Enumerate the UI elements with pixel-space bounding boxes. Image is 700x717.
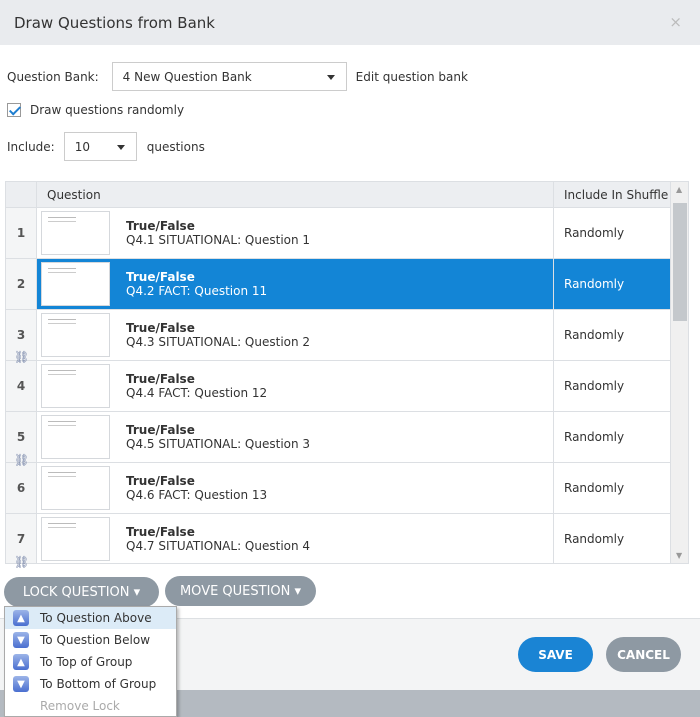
header-number bbox=[6, 182, 37, 207]
draw-randomly-checkbox[interactable]: Draw questions randomly bbox=[7, 103, 184, 117]
menu-item-label: Remove Lock bbox=[40, 699, 120, 713]
shuffle-cell: Randomly bbox=[564, 226, 625, 240]
lock-link-icon: ⛓ bbox=[14, 350, 30, 364]
menu-item-remove-lock: Remove Lock bbox=[5, 695, 176, 717]
table-row[interactable]: 2 True/False Q4.2 FACT: Question 11 Rando… bbox=[6, 259, 688, 310]
include-suffix: questions bbox=[146, 139, 205, 154]
question-thumbnail bbox=[41, 364, 110, 408]
question-name: Q4.5 SITUATIONAL: Question 3 bbox=[126, 437, 311, 451]
lock-link-icon: ⛓ bbox=[14, 555, 30, 569]
question-thumbnail bbox=[41, 415, 110, 459]
include-count-value: 10 bbox=[74, 139, 91, 154]
question-cell: True/False Q4.7 SITUATIONAL: Question 4 bbox=[37, 514, 554, 563]
row-number: 1 bbox=[6, 208, 37, 258]
chevron-down-icon bbox=[326, 75, 335, 80]
move-question-button[interactable]: MOVE QUESTION ▾ bbox=[165, 576, 316, 606]
question-type: True/False bbox=[126, 525, 195, 539]
question-type: True/False bbox=[126, 219, 195, 233]
save-button[interactable]: SAVE bbox=[518, 637, 593, 672]
table-row[interactable]: 7 True/False Q4.7 SITUATIONAL: Question 4… bbox=[6, 514, 688, 563]
lock-question-menu: ▲ To Question Above ▼ To Question Below ▲ T… bbox=[4, 606, 177, 717]
question-cell: True/False Q4.5 SITUATIONAL: Question 3 bbox=[37, 412, 554, 462]
lock-up-icon: ▲ bbox=[13, 654, 29, 670]
question-cell: True/False Q4.6 FACT: Question 13 bbox=[37, 463, 554, 513]
menu-item-to-bottom-of-group[interactable]: ▼ To Bottom of Group bbox=[5, 673, 176, 695]
menu-item-label: To Question Above bbox=[40, 611, 152, 625]
row-number: 4 bbox=[6, 361, 37, 411]
lock-up-icon: ▲ bbox=[13, 610, 29, 626]
question-type: True/False bbox=[126, 372, 195, 386]
dialog-title: Draw Questions from Bank bbox=[14, 13, 215, 32]
lock-down-icon: ▼ bbox=[13, 676, 29, 692]
table-row[interactable]: 5 True/False Q4.5 SITUATIONAL: Question 3… bbox=[6, 412, 688, 463]
header-include-in-shuffle: Include In Shuffle bbox=[564, 187, 669, 202]
questions-table: Question Include In Shuffle 1 True/False… bbox=[5, 181, 689, 564]
menu-item-label: To Top of Group bbox=[40, 655, 133, 669]
question-type: True/False bbox=[126, 474, 195, 488]
question-name: Q4.2 FACT: Question 11 bbox=[126, 284, 268, 298]
question-cell: True/False Q4.2 FACT: Question 11 bbox=[37, 259, 554, 309]
question-type: True/False bbox=[126, 423, 195, 437]
menu-item-to-top-of-group[interactable]: ▲ To Top of Group bbox=[5, 651, 176, 673]
shuffle-cell: Randomly bbox=[564, 430, 625, 444]
close-icon[interactable]: × bbox=[669, 13, 682, 31]
row-number: 2 bbox=[6, 259, 37, 309]
scroll-down-icon[interactable]: ▼ bbox=[676, 551, 682, 560]
question-thumbnail bbox=[41, 517, 110, 561]
menu-item-to-question-above[interactable]: ▲ To Question Above bbox=[5, 607, 176, 629]
dialog-title-bar: Draw Questions from Bank × bbox=[0, 0, 700, 45]
question-cell: True/False Q4.1 SITUATIONAL: Question 1 bbox=[37, 208, 554, 258]
shuffle-cell: Randomly bbox=[564, 532, 625, 546]
draw-questions-dialog: Draw Questions from Bank × Question Bank… bbox=[0, 0, 700, 690]
question-type: True/False bbox=[126, 270, 195, 284]
table-scrollbar[interactable]: ▲ ▼ bbox=[670, 182, 688, 563]
shuffle-cell: Randomly bbox=[554, 259, 671, 309]
include-count-select[interactable]: 10 bbox=[63, 132, 137, 161]
scrollbar-thumb[interactable] bbox=[673, 203, 687, 321]
lock-link-icon: ⛓ bbox=[14, 453, 30, 467]
shuffle-cell: Randomly bbox=[564, 481, 625, 495]
lock-question-button[interactable]: LOCK QUESTION ▾ bbox=[4, 577, 159, 607]
checkbox-checked-icon bbox=[7, 103, 21, 117]
question-name: Q4.6 FACT: Question 13 bbox=[126, 488, 268, 502]
table-header: Question Include In Shuffle bbox=[6, 182, 688, 208]
question-thumbnail bbox=[41, 313, 110, 357]
question-cell: True/False Q4.3 SITUATIONAL: Question 2 bbox=[37, 310, 554, 360]
question-name: Q4.1 SITUATIONAL: Question 1 bbox=[126, 233, 311, 247]
lock-down-icon: ▼ bbox=[13, 632, 29, 648]
chevron-down-icon bbox=[116, 145, 125, 150]
cancel-button[interactable]: CANCEL bbox=[606, 637, 681, 672]
question-name: Q4.7 SITUATIONAL: Question 4 bbox=[126, 539, 311, 553]
include-label: Include: bbox=[7, 139, 55, 154]
table-row[interactable]: 4 True/False Q4.4 FACT: Question 12 Rando… bbox=[6, 361, 688, 412]
question-thumbnail bbox=[41, 262, 110, 306]
row-number: 6 bbox=[6, 463, 37, 513]
question-bank-label: Question Bank: bbox=[7, 69, 99, 84]
header-question: Question bbox=[37, 182, 554, 207]
question-thumbnail bbox=[41, 211, 110, 255]
question-thumbnail bbox=[41, 466, 110, 510]
question-cell: True/False Q4.4 FACT: Question 12 bbox=[37, 361, 554, 411]
question-name: Q4.3 SITUATIONAL: Question 2 bbox=[126, 335, 311, 349]
draw-randomly-label: Draw questions randomly bbox=[30, 103, 185, 117]
menu-item-label: To Bottom of Group bbox=[40, 677, 157, 691]
menu-item-to-question-below[interactable]: ▼ To Question Below bbox=[5, 629, 176, 651]
question-name: Q4.4 FACT: Question 12 bbox=[126, 386, 268, 400]
shuffle-cell: Randomly bbox=[564, 379, 625, 393]
scroll-up-icon[interactable]: ▲ bbox=[676, 185, 682, 194]
question-bank-value: 4 New Question Bank bbox=[122, 69, 252, 84]
menu-item-label: To Question Below bbox=[40, 633, 151, 647]
shuffle-cell: Randomly bbox=[564, 328, 625, 342]
table-row[interactable]: 3 True/False Q4.3 SITUATIONAL: Question 2… bbox=[6, 310, 688, 361]
edit-question-bank-link[interactable]: Edit question bank bbox=[356, 70, 468, 84]
table-row[interactable]: 6 True/False Q4.6 FACT: Question 13 Rando… bbox=[6, 463, 688, 514]
table-row[interactable]: 1 True/False Q4.1 SITUATIONAL: Question 1… bbox=[6, 208, 688, 259]
question-bank-select[interactable]: 4 New Question Bank bbox=[111, 62, 347, 91]
question-type: True/False bbox=[126, 321, 195, 335]
